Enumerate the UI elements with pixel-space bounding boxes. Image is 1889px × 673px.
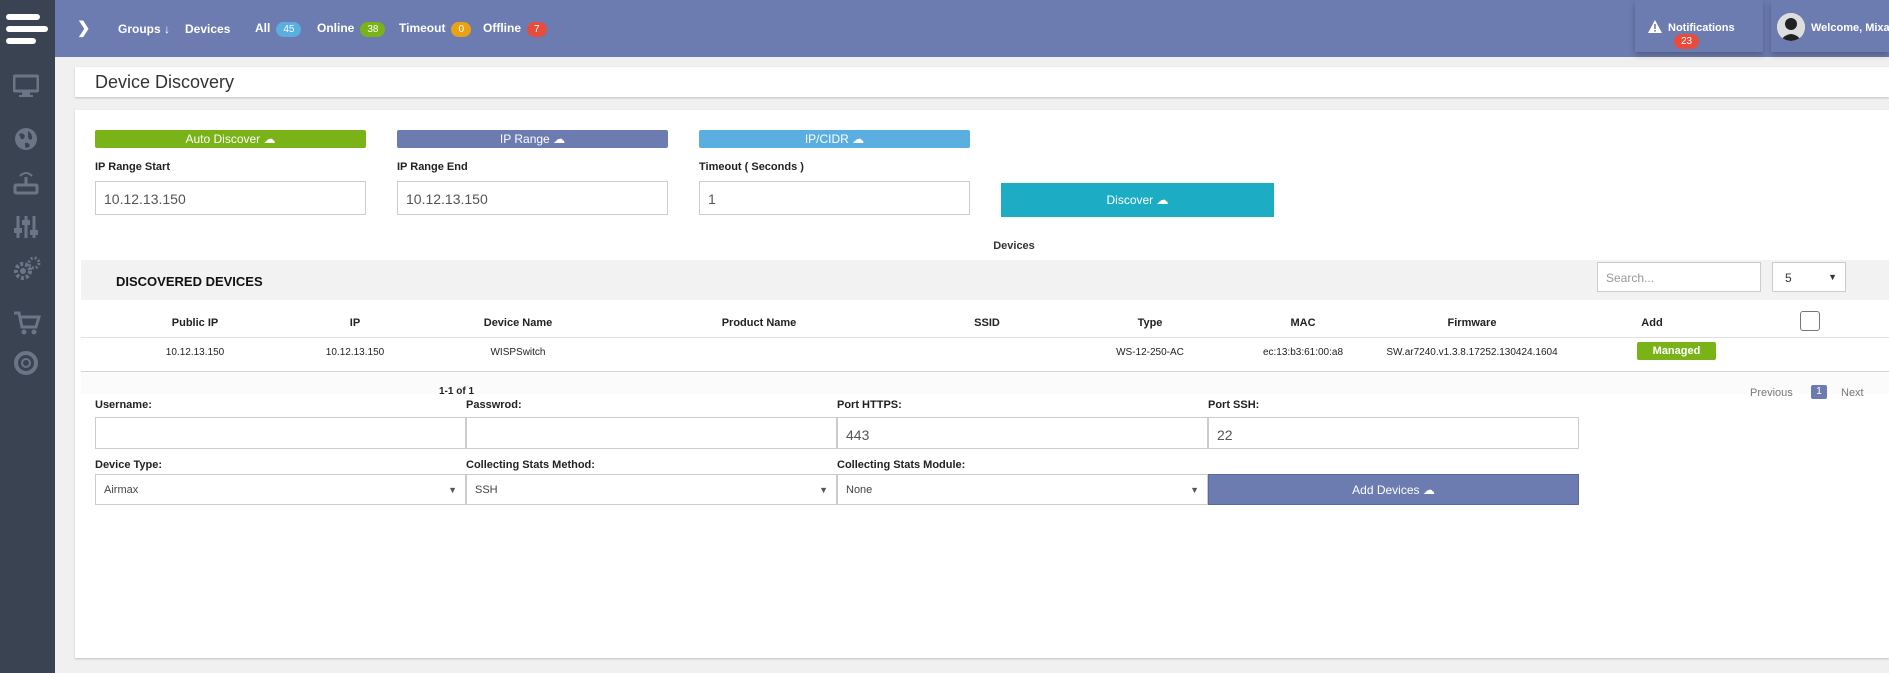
notifications-label: Notifications23 [1668, 22, 1735, 49]
previous-page-button[interactable]: Previous [1750, 387, 1793, 399]
col-device-name: Device Name [483, 317, 553, 329]
welcome-text: Welcome, Mixa [1811, 22, 1889, 34]
notifications-button[interactable]: Notifications23 [1635, 0, 1763, 52]
page-title: Device Discovery [95, 72, 235, 92]
filter-timeout-label: Timeout [399, 21, 446, 35]
ip-range-start-label: IP Range Start [95, 161, 170, 173]
filter-timeout-count: 0 [451, 22, 472, 37]
user-menu[interactable]: Welcome, Mixa [1771, 0, 1889, 52]
cart-icon[interactable] [13, 310, 42, 336]
caret-down-icon: ▼ [448, 485, 457, 495]
groups-menu[interactable]: Groups ↓ [118, 22, 170, 36]
auto-discover-button[interactable]: Auto Discover ☁ [95, 130, 366, 148]
filter-online[interactable]: Online 38 [317, 21, 386, 37]
filter-all-label: All [255, 21, 271, 35]
title-panel: Device Discovery [75, 67, 1889, 97]
status-badge: Managed [1637, 342, 1716, 360]
device-type-select[interactable]: Airmax ▼ [95, 474, 466, 505]
router-icon[interactable] [13, 170, 39, 196]
discovered-devices-title: DISCOVERED DEVICES [116, 274, 263, 289]
filter-online-label: Online [317, 21, 355, 35]
username-input[interactable] [95, 417, 466, 449]
col-mac: MAC [1290, 317, 1316, 329]
pagination-info: 1-1 of 1 [439, 386, 475, 397]
select-all-checkbox[interactable] [1800, 311, 1820, 331]
caret-down-icon: ▼ [1190, 485, 1199, 495]
password-label: Passwrod: [466, 399, 522, 411]
page-1-button[interactable]: 1 [1811, 385, 1827, 399]
cloud-upload-icon: ☁ [1156, 193, 1169, 207]
pagination-bar [81, 372, 1889, 394]
top-navigation-bar: ❯ Groups ↓ Devices All 45 Online 38 Timeou… [55, 0, 1889, 57]
stats-method-select[interactable]: SSH ▼ [466, 474, 837, 505]
row-device-name: WISPSwitch [490, 347, 546, 358]
warning-icon [1648, 20, 1662, 33]
col-firmware: Firmware [1447, 317, 1497, 329]
search-input[interactable]: Search... [1597, 262, 1761, 292]
arrow-down-icon: ↓ [164, 22, 171, 36]
filter-timeout[interactable]: Timeout 0 [399, 21, 472, 37]
col-public-ip: Public IP [171, 317, 219, 329]
port-ssh-label: Port SSH: [1208, 399, 1260, 411]
header-divider [81, 337, 1889, 338]
cloud-upload-icon: ☁ [852, 132, 865, 146]
caret-down-icon: ▼ [819, 485, 828, 495]
ip-range-end-label: IP Range End [397, 161, 468, 173]
row-ip: 10.12.13.150 [325, 347, 385, 358]
cloud-upload-icon: ☁ [1422, 483, 1435, 497]
device-type-label: Device Type: [95, 459, 163, 471]
ip-range-end-input[interactable]: 10.12.13.150 [397, 181, 668, 215]
gears-icon[interactable] [13, 256, 41, 282]
port-https-label: Port HTTPS: [837, 399, 902, 411]
devices-caption: Devices [993, 240, 1035, 252]
filter-online-count: 38 [360, 22, 386, 37]
cloud-upload-icon: ☁ [553, 132, 566, 146]
stats-module-select[interactable]: None ▼ [837, 474, 1208, 505]
stats-method-label: Collecting Stats Method: [466, 459, 595, 471]
globe-icon[interactable] [13, 126, 39, 152]
discovery-panel: Auto Discover ☁ IP Range ☁ IP/CIDR ☁ IP … [75, 110, 1889, 658]
filter-offline-label: Offline [483, 21, 521, 35]
col-type: Type [1137, 317, 1163, 329]
menu-logo-icon[interactable] [6, 10, 48, 48]
sidebar [0, 0, 55, 673]
cloud-upload-icon: ☁ [263, 132, 276, 146]
monitor-icon[interactable] [12, 74, 40, 100]
col-add: Add [1641, 317, 1663, 329]
ip-range-button[interactable]: IP Range ☁ [397, 130, 668, 148]
row-firmware: SW.ar7240.v1.3.8.17252.130424.1604 [1386, 347, 1558, 358]
discover-button[interactable]: Discover ☁ [1001, 183, 1274, 217]
notifications-count: 23 [1674, 34, 1700, 49]
row-mac: ec:13:b3:61:00:a8 [1262, 347, 1344, 358]
caret-down-icon: ▼ [1828, 272, 1837, 282]
row-public-ip: 10.12.13.150 [165, 347, 225, 358]
password-input[interactable] [466, 417, 837, 449]
row-type: WS-12-250-AC [1116, 347, 1184, 358]
port-ssh-input[interactable]: 22 [1208, 417, 1579, 449]
timeout-label: Timeout ( Seconds ) [699, 161, 804, 173]
add-devices-button[interactable]: Add Devices ☁ [1208, 474, 1579, 505]
ip-range-start-input[interactable]: 10.12.13.150 [95, 181, 366, 215]
lifebuoy-icon[interactable] [13, 350, 39, 376]
chevron-right-icon[interactable]: ❯ [77, 18, 90, 38]
page-size-select[interactable]: 5 ▼ [1772, 262, 1846, 292]
col-ssid: SSID [974, 317, 1000, 329]
port-https-input[interactable]: 443 [837, 417, 1208, 449]
col-ip: IP [349, 317, 361, 329]
groups-label: Groups [118, 22, 161, 36]
devices-link[interactable]: Devices [185, 22, 230, 36]
username-label: Username: [95, 399, 152, 411]
avatar [1777, 13, 1805, 41]
filter-offline[interactable]: Offline 7 [483, 21, 547, 37]
stats-module-label: Collecting Stats Module: [837, 459, 966, 471]
filter-all-count: 45 [276, 22, 302, 37]
timeout-input[interactable]: 1 [699, 181, 970, 215]
ip-cidr-button[interactable]: IP/CIDR ☁ [699, 130, 970, 148]
next-page-button[interactable]: Next [1841, 387, 1864, 399]
sliders-icon[interactable] [13, 214, 39, 240]
col-product-name: Product Name [721, 317, 797, 329]
filter-offline-count: 7 [527, 22, 547, 37]
filter-all[interactable]: All 45 [255, 21, 302, 37]
